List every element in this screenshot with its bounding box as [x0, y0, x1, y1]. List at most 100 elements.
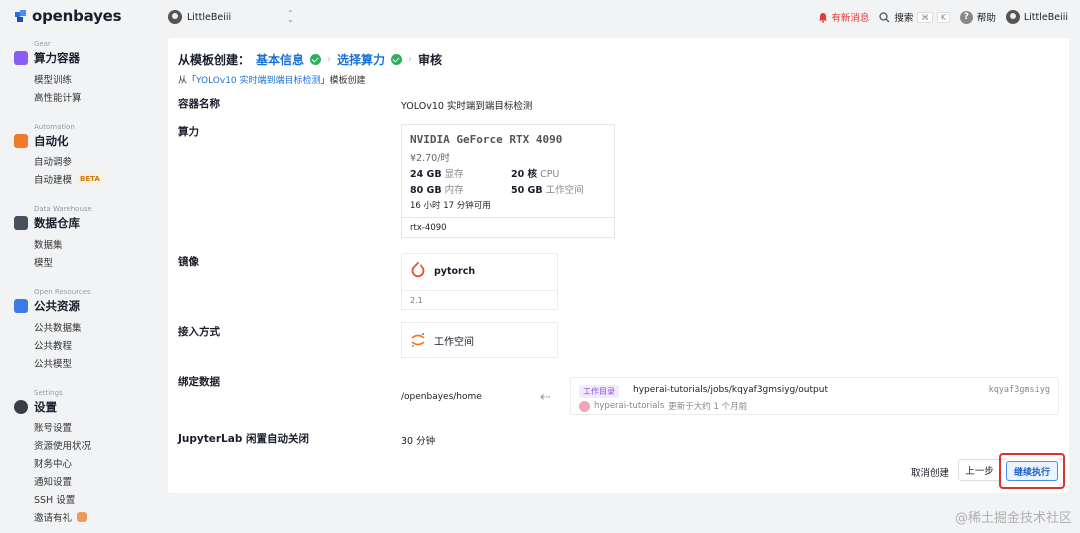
sidebar: openbayes Gear 算力容器 模型训练 高性能计算 Automatio…: [0, 0, 160, 533]
search-label: 搜索: [894, 13, 914, 24]
group-title: 数据仓库: [34, 216, 80, 230]
continue-button[interactable]: 继续执行: [1006, 461, 1058, 481]
access-card: 工作空间: [401, 322, 558, 358]
question-icon: ?: [959, 10, 973, 24]
help-button[interactable]: ? 帮助: [959, 10, 996, 24]
data-source-path[interactable]: hyperai-tutorials/jobs/kqyaf3gmsiyg/outp…: [633, 385, 828, 395]
sidebar-item-public-tutorials[interactable]: 公共教程: [34, 338, 72, 352]
group-title: 公共资源: [34, 299, 80, 313]
gpu-price: ¥2.70/时: [410, 153, 450, 164]
bound-data-card: 工作目录 hyperai-tutorials/jobs/kqyaf3gmsiyg…: [570, 377, 1059, 415]
workdir-tag: 工作目录: [579, 385, 619, 398]
sidebar-group-compute[interactable]: 算力容器: [14, 50, 80, 66]
user-avatar: [168, 10, 182, 24]
user-avatar: [1005, 10, 1020, 24]
sidebar-item-auto-tune[interactable]: 自动调参: [34, 154, 72, 168]
group-title: 设置: [34, 400, 57, 414]
watermark: @稀土掘金技术社区: [954, 511, 1072, 526]
cube-icon: [14, 51, 28, 65]
sidebar-item-models[interactable]: 模型: [34, 255, 53, 269]
kbd-cmd: ⌘: [917, 11, 933, 23]
top-right-actions: 有新消息 搜索 ⌘ K ? 帮助 LittleBeiii: [818, 10, 1068, 24]
gift-icon: [77, 512, 88, 522]
workspace-switcher[interactable]: LittleBeiii: [168, 10, 231, 24]
step-breadcrumb: 从模板创建： 基本信息 › 选择算力 › 审核: [178, 51, 442, 68]
sidebar-item-invite[interactable]: 邀请有礼: [34, 510, 88, 524]
openbayes-logo-icon: [15, 10, 26, 22]
bell-icon: [819, 12, 828, 23]
step-basic-info[interactable]: 基本信息: [256, 51, 304, 68]
jupyter-icon: [411, 333, 425, 347]
pytorch-icon: [411, 262, 425, 278]
group-label-data-warehouse: Data Warehouse: [34, 205, 92, 213]
check-icon: [391, 54, 403, 65]
spec-workspace: 50 GB 工作空间: [511, 185, 584, 196]
access-mode: 工作空间: [434, 336, 474, 348]
access-label: 接入方式: [178, 326, 220, 338]
template-link[interactable]: YOLOv10 实时端到端目标检测: [196, 76, 321, 86]
gpu-available-time: 16 小时 17 分钟可用: [410, 201, 491, 211]
sidebar-item-hpc[interactable]: 高性能计算: [34, 90, 82, 104]
gpu-tag: rtx-4090: [410, 223, 447, 233]
group-label-open-resources: Open Resources: [34, 288, 91, 296]
sidebar-group-settings[interactable]: 设置: [14, 399, 57, 415]
workspace-user-name: LittleBeiii: [187, 11, 232, 23]
sidebar-item-usage[interactable]: 资源使用状况: [34, 438, 91, 452]
sidebar-item-public-models[interactable]: 公共模型: [34, 356, 72, 370]
data-hash: kqyaf3gmsiyg: [988, 385, 1050, 395]
sidebar-item-finance[interactable]: 财务中心: [34, 456, 72, 470]
group-title: 自动化: [34, 134, 69, 148]
step-select-compute[interactable]: 选择算力: [337, 51, 385, 68]
gpu-name: NVIDIA GeForce RTX 4090: [410, 133, 563, 146]
check-icon: [310, 54, 322, 65]
automation-icon: [14, 134, 28, 148]
sidebar-group-automation[interactable]: 自动化: [14, 133, 69, 149]
spec-memory: 80 GB 内存: [410, 185, 464, 196]
group-label-settings: Settings: [34, 389, 63, 397]
spec-vram: 24 GB 显存: [410, 169, 464, 180]
image-label: 镜像: [178, 256, 199, 268]
data-updated: 更新于大约 1 个月前: [668, 402, 748, 412]
sidebar-item-account[interactable]: 账号设置: [34, 420, 72, 434]
image-name: pytorch: [434, 265, 476, 277]
jupyter-idle-label: JupyterLab 闲置自动关闭: [178, 433, 310, 445]
group-label-automation: Automation: [34, 123, 75, 131]
cancel-button[interactable]: 取消创建: [911, 465, 949, 479]
sidebar-item-model-training[interactable]: 模型训练: [34, 72, 72, 86]
brand-logo[interactable]: openbayes: [14, 7, 122, 25]
spec-cpu: 20 核 CPU: [511, 169, 560, 180]
steps-prefix: 从模板创建：: [178, 53, 251, 67]
group-title: 算力容器: [34, 51, 80, 65]
gear-icon: [14, 400, 28, 414]
sidebar-item-public-datasets[interactable]: 公共数据集: [34, 320, 82, 334]
step-review: 审核: [418, 53, 443, 67]
previous-button[interactable]: 上一步: [958, 459, 1001, 481]
search-button[interactable]: 搜索 ⌘ K: [879, 10, 950, 24]
sidebar-group-public[interactable]: 公共资源: [14, 298, 80, 314]
user-menu[interactable]: LittleBeiii: [1005, 10, 1068, 24]
chevron-up-down-icon[interactable]: ⌃ ⌄: [287, 10, 294, 24]
kbd-k: K: [936, 11, 950, 23]
notifications-label: 有新消息: [831, 13, 870, 24]
search-icon: [879, 11, 890, 22]
jupyter-idle-value: 30 分钟: [401, 436, 436, 447]
sidebar-item-ssh[interactable]: SSH 设置: [34, 492, 75, 506]
arrow-left-icon: ⇠: [540, 390, 551, 405]
chevron-right-icon: ›: [408, 54, 413, 65]
chevron-right-icon: ›: [327, 54, 332, 65]
container-name-value: YOLOv10 实时端到端目标检测: [401, 101, 533, 112]
public-resources-icon: [14, 299, 28, 313]
notifications-button[interactable]: 有新消息: [818, 10, 869, 24]
sidebar-item-notifications[interactable]: 通知设置: [34, 474, 72, 488]
image-card: pytorch 2.1: [401, 253, 558, 310]
gpu-card: NVIDIA GeForce RTX 4090 ¥2.70/时 24 GB 显存…: [401, 124, 615, 238]
top-bar: LittleBeiii ⌃ ⌄ 有新消息 搜索 ⌘ K ? 帮助 LittleBe…: [160, 0, 1080, 36]
image-version: 2.1: [410, 296, 423, 305]
sidebar-item-automl[interactable]: 自动建模 BETA: [34, 172, 103, 186]
data-owner: hyperai-tutorials: [594, 401, 665, 411]
bind-data-label: 绑定数据: [178, 376, 220, 388]
sidebar-group-data[interactable]: 数据仓库: [14, 215, 80, 231]
help-label: 帮助: [976, 13, 996, 24]
sidebar-item-datasets[interactable]: 数据集: [34, 237, 63, 251]
compute-label: 算力: [178, 126, 199, 138]
